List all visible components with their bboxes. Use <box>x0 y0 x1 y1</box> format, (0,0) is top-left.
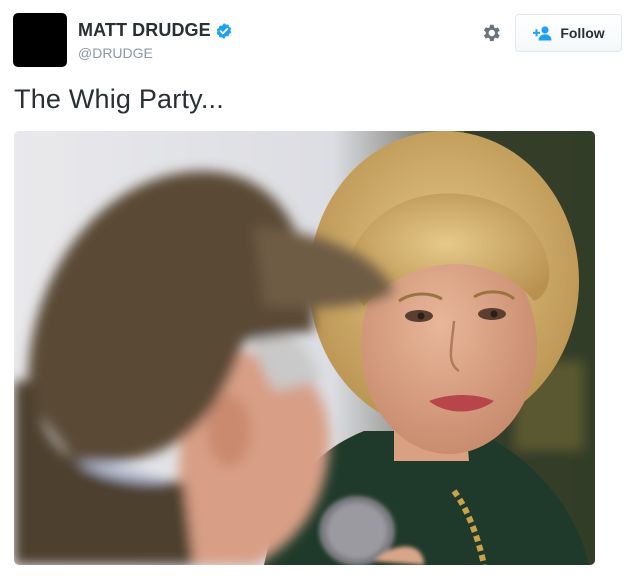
verified-badge-icon <box>215 22 233 40</box>
avatar[interactable] <box>13 13 67 67</box>
name-row: MATT DRUDGE <box>78 20 233 41</box>
follow-label: Follow <box>560 25 605 41</box>
tweet-card: MATT DRUDGE @DRUDGE Follow The Whig Part… <box>0 0 634 576</box>
add-user-icon <box>532 25 554 41</box>
user-handle[interactable]: @DRUDGE <box>78 45 153 61</box>
gear-icon[interactable] <box>480 22 502 44</box>
tweet-text: The Whig Party... <box>14 84 224 114</box>
photo-illustration <box>14 131 595 565</box>
follow-button[interactable]: Follow <box>515 14 622 52</box>
tweet-photo[interactable] <box>14 131 595 565</box>
display-name[interactable]: MATT DRUDGE <box>78 20 211 41</box>
